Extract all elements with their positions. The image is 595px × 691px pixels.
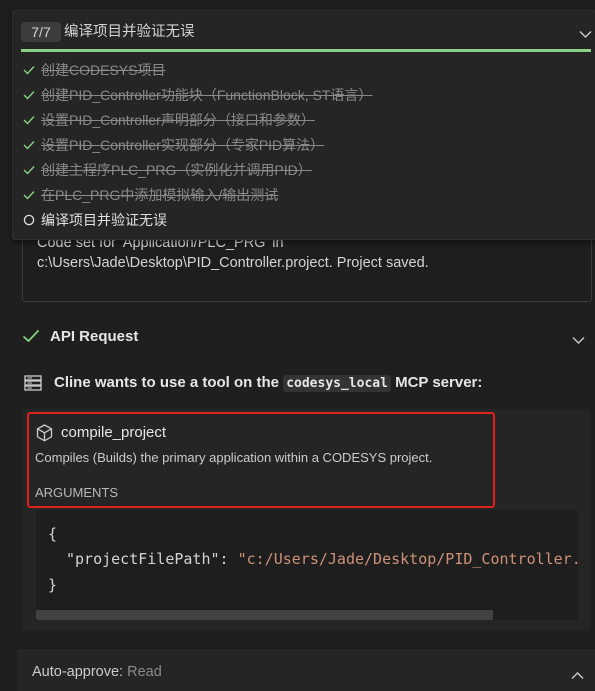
auto-approve-bar[interactable]: Auto-approve: Read (18, 650, 595, 691)
check-icon (23, 115, 39, 125)
check-icon (23, 190, 39, 200)
arguments-label: ARGUMENTS (35, 485, 119, 500)
code-open-brace: { (48, 525, 58, 543)
mcp-request-line: Cline wants to use a tool on the codesys… (24, 372, 584, 394)
code-value: "c:/Users/Jade/Desktop/PID_Controller.pr… (237, 550, 578, 568)
collapse-chevron-icon[interactable] (579, 26, 592, 42)
auto-approve-label: Auto-approve: (32, 664, 124, 680)
task-item: 设置PID_Controller声明部分（接口和参数） (23, 107, 583, 132)
task-item: 设置PID_Controller实现部分（专家PID算法） (23, 132, 583, 157)
code-key: "projectFilePath" (66, 550, 220, 568)
progress-badge: 7/7 (21, 22, 61, 42)
check-icon (23, 165, 39, 175)
task-item: 创建主程序PLC_PRG（实例化并调用PID） (23, 157, 583, 182)
task-label: 设置PID_Controller声明部分（接口和参数） (41, 111, 315, 128)
task-label: 创建CODESYS项目 (41, 61, 166, 78)
mcp-request-text: Cline wants to use a tool on the codesys… (54, 374, 483, 392)
auto-approve-value: Read (127, 664, 162, 680)
task-label: 编译项目并验证无误 (41, 211, 167, 228)
task-list: 创建CODESYS项目创建PID_Controller功能块（FunctionB… (23, 57, 583, 232)
task-progress-panel: 7/7 编译项目并验证无误 创建CODESYS项目创建PID_Controlle… (12, 10, 595, 240)
task-label: 创建主程序PLC_PRG（实例化并调用PID） (41, 161, 312, 178)
check-icon (22, 329, 40, 346)
check-icon (23, 140, 39, 150)
progress-bar-fill (21, 49, 591, 52)
api-request-header[interactable]: API Request (22, 325, 592, 351)
task-item: 编译项目并验证无误 (23, 207, 583, 232)
cube-icon (36, 424, 53, 445)
tool-name: compile_project (61, 424, 167, 441)
expand-chevron-icon[interactable] (572, 332, 585, 348)
task-item: 创建PID_Controller功能块（FunctionBlock, ST语言） (23, 82, 583, 107)
task-label: 创建PID_Controller功能块（FunctionBlock, ST语言） (41, 86, 373, 103)
task-item: 在PLC_PRG中添加模拟输入/输出测试 (23, 182, 583, 207)
circle-icon (23, 214, 39, 226)
api-request-title: API Request (50, 328, 139, 345)
horizontal-scrollbar[interactable] (36, 610, 493, 620)
progress-bar (21, 49, 591, 52)
mcp-suffix: MCP server: (395, 374, 483, 391)
check-icon (23, 90, 39, 100)
code-close-brace: } (48, 576, 58, 594)
auto-approve-text: Auto-approve: Read (32, 664, 162, 680)
check-icon (23, 65, 39, 75)
result-line-2: c:\Users\Jade\Desktop\PID_Controller.pro… (37, 255, 429, 271)
mcp-prefix: Cline wants to use a tool on the (54, 374, 280, 391)
task-label: 在PLC_PRG中添加模拟输入/输出测试 (41, 186, 279, 203)
current-task-title: 编译项目并验证无误 (64, 24, 195, 40)
code-argument-line: "projectFilePath": "c:/Users/Jade/Deskto… (66, 550, 578, 568)
mcp-server-name: codesys_local (283, 375, 391, 392)
task-label: 设置PID_Controller实现部分（专家PID算法） (41, 136, 325, 153)
code-colon: : (219, 550, 238, 568)
task-item: 创建CODESYS项目 (23, 57, 583, 82)
arguments-code-block[interactable]: { "projectFilePath": "c:/Users/Jade/Desk… (36, 510, 578, 620)
tool-description: Compiles (Builds) the primary applicatio… (35, 450, 433, 465)
chevron-up-icon[interactable] (571, 667, 584, 683)
server-icon (24, 375, 42, 394)
